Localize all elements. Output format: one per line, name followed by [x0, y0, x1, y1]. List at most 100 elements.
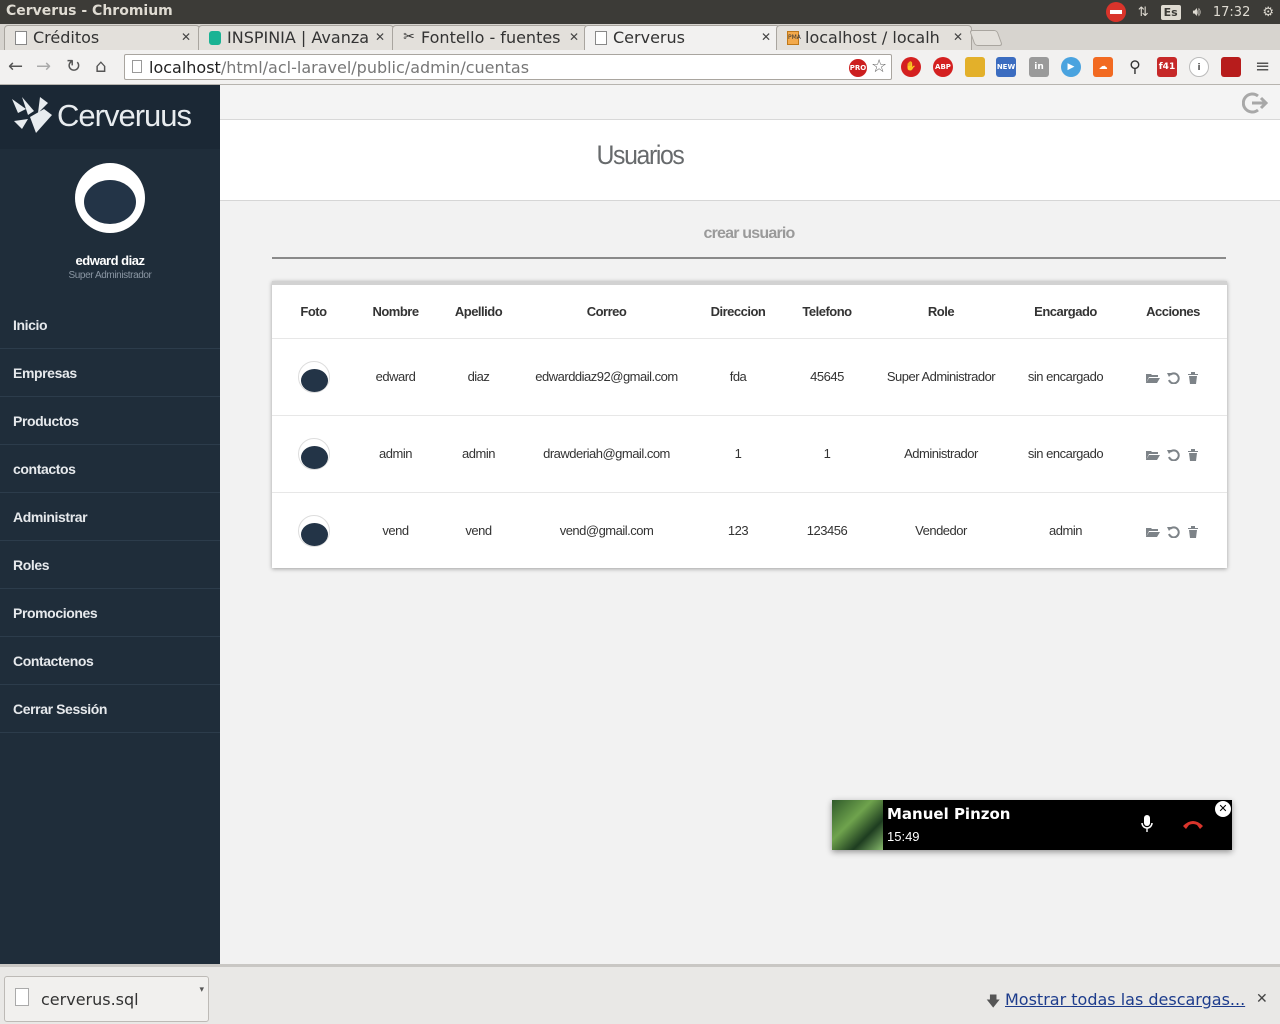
undo-icon[interactable] [1166, 371, 1180, 384]
sidebar-item-administrar[interactable]: Administrar [0, 493, 220, 541]
trash-icon[interactable] [1186, 371, 1200, 384]
tab-phpmyadmin[interactable]: PMA localhost / localh ✕ [776, 25, 972, 50]
cell-encargado: sin encargado [1012, 415, 1119, 493]
column-header: Apellido [436, 285, 521, 339]
keyboard-language[interactable]: Es [1160, 4, 1181, 20]
avatar[interactable] [75, 163, 145, 233]
volume-icon[interactable]: 🔊︎ [1193, 5, 1201, 20]
cell-telefono: 1 [784, 415, 870, 493]
cell-apellido: admin [436, 415, 521, 493]
new-extension-icon[interactable]: NEW [996, 57, 1016, 77]
page-icon [15, 31, 27, 45]
stop-extension-icon[interactable]: ✋ [901, 57, 921, 77]
menu-icon[interactable]: ≡ [1255, 56, 1270, 77]
address-bar[interactable]: localhost/html/acl-laravel/public/admin/… [124, 54, 892, 80]
table-header-row: Foto Nombre Apellido Correo Direccion Te… [272, 285, 1227, 339]
sidebar-item-cerrar-sesion[interactable]: Cerrar Sessión [0, 685, 220, 733]
sidebar-item-contactos[interactable]: contactos [0, 445, 220, 493]
forward-arrow-icon[interactable]: → [36, 56, 51, 77]
search-icon[interactable]: ⚲ [1125, 57, 1145, 77]
column-header: Telefono [784, 285, 870, 339]
os-title-bar: Cerverus - Chromium ⇅ Es 🔊︎ 17:32 ⚙ [0, 0, 1280, 24]
tab-fontello[interactable]: ✂ Fontello - fuentes ✕ [392, 25, 588, 50]
chart-extension-icon[interactable] [965, 57, 985, 77]
create-user-link[interactable]: crear usuario [272, 225, 1226, 243]
tab-creditos[interactable]: Créditos ✕ [4, 25, 200, 50]
sidebar-item-roles[interactable]: Roles [0, 541, 220, 589]
page-info-icon[interactable] [132, 60, 142, 73]
cell-acciones [1119, 415, 1227, 493]
folder-open-icon[interactable] [1146, 372, 1160, 384]
clock[interactable]: 17:32 [1213, 5, 1250, 20]
cell-encargado: sin encargado [1012, 338, 1119, 416]
user-profile: edward diaz Super Administrador [0, 149, 220, 301]
inspinia-icon [209, 31, 221, 45]
tab-label: Fontello - fuentes [421, 28, 561, 47]
sidebar-item-inicio[interactable]: Inicio [0, 301, 220, 349]
network-icon[interactable]: ⇅ [1138, 5, 1149, 20]
tab-close-icon[interactable]: ✕ [761, 30, 771, 44]
soundcloud-icon[interactable]: ☁ [1093, 57, 1113, 77]
new-tab-button[interactable] [969, 30, 1003, 46]
cell-acciones [1119, 338, 1227, 416]
logout-icon[interactable] [1242, 91, 1268, 115]
folder-open-icon[interactable] [1146, 449, 1160, 461]
microphone-icon[interactable] [1141, 815, 1153, 833]
cell-telefono: 123456 [806, 523, 848, 539]
brand[interactable]: Cerveruus [0, 85, 220, 149]
profile-name[interactable]: edward diaz [0, 253, 220, 268]
sidebar-item-empresas[interactable]: Empresas [0, 349, 220, 397]
download-bar: cerverus.sql ▾ 🡇 Mostrar todas las desca… [0, 964, 1280, 1024]
back-arrow-icon[interactable]: ← [8, 56, 23, 77]
close-icon[interactable]: ✕ [1215, 801, 1231, 817]
cell-correo: drawderiah@gmail.com [521, 415, 692, 493]
cell-nombre: vend [382, 523, 409, 539]
close-icon[interactable]: ✕ [1256, 991, 1268, 1007]
window-title: Cerverus - Chromium [6, 3, 173, 19]
download-filename: cerverus.sql [41, 990, 139, 1009]
cell-correo: vend@gmail.com [559, 523, 654, 539]
tab-close-icon[interactable]: ✕ [181, 30, 191, 44]
system-tray: ⇅ Es 🔊︎ 17:32 ⚙ [1105, 2, 1274, 22]
f41-extension-icon[interactable]: f41 [1157, 57, 1177, 77]
page-icon [595, 31, 607, 45]
sidebar-item-contactenos[interactable]: Contactenos [0, 637, 220, 685]
bookmark-star-icon[interactable]: ☆ [871, 56, 887, 77]
folder-open-icon[interactable] [1146, 526, 1160, 538]
tab-cerverus[interactable]: Cerverus ✕ [584, 25, 780, 50]
tab-label: Créditos [33, 28, 100, 47]
play-extension-icon[interactable]: ▶ [1061, 57, 1081, 77]
dota-extension-icon[interactable] [1221, 57, 1241, 77]
tab-close-icon[interactable]: ✕ [375, 30, 385, 44]
adblock-plus-icon[interactable]: ABP [933, 57, 953, 77]
home-icon[interactable]: ⌂ [95, 56, 106, 77]
url-host: localhost [149, 58, 221, 77]
tab-inspinia[interactable]: INSPINIA | Avanza ✕ [198, 25, 394, 50]
pro-extension-icon[interactable]: PRO [849, 59, 867, 77]
sidebar-item-productos[interactable]: Productos [0, 397, 220, 445]
column-header: Encargado [1012, 285, 1119, 339]
browser-tab-strip: Créditos ✕ INSPINIA | Avanza ✕ ✂ Fontell… [0, 24, 1280, 50]
column-header: Nombre [355, 285, 436, 339]
settings-gear-icon[interactable]: ⚙ [1262, 5, 1274, 20]
sidebar-item-promociones[interactable]: Promociones [0, 589, 220, 637]
hang-up-icon[interactable] [1182, 818, 1204, 830]
chevron-down-icon[interactable]: ▾ [199, 985, 204, 995]
scissors-icon: ✂ [403, 29, 415, 45]
compass-icon[interactable]: i [1189, 57, 1209, 77]
tab-close-icon[interactable]: ✕ [953, 30, 963, 44]
download-item[interactable]: cerverus.sql ▾ [4, 976, 209, 1022]
cell-role: Vendedor [915, 523, 967, 539]
undo-icon[interactable] [1166, 526, 1180, 538]
undo-icon[interactable] [1166, 448, 1180, 461]
show-all-downloads-link[interactable]: Mostrar todas las descargas... [1005, 990, 1245, 1009]
tab-close-icon[interactable]: ✕ [569, 30, 579, 44]
linkedin-extension-icon[interactable]: in [1029, 57, 1049, 77]
caller-name: Manuel Pinzon [887, 805, 1011, 823]
call-notification[interactable]: Manuel Pinzon 15:49 ✕ [832, 800, 1232, 850]
trash-icon[interactable] [1186, 525, 1200, 538]
reload-icon[interactable]: ↻ [66, 56, 81, 77]
column-header: Role [870, 285, 1012, 339]
trash-icon[interactable] [1186, 448, 1200, 461]
stop-indicator-icon[interactable] [1105, 2, 1126, 22]
